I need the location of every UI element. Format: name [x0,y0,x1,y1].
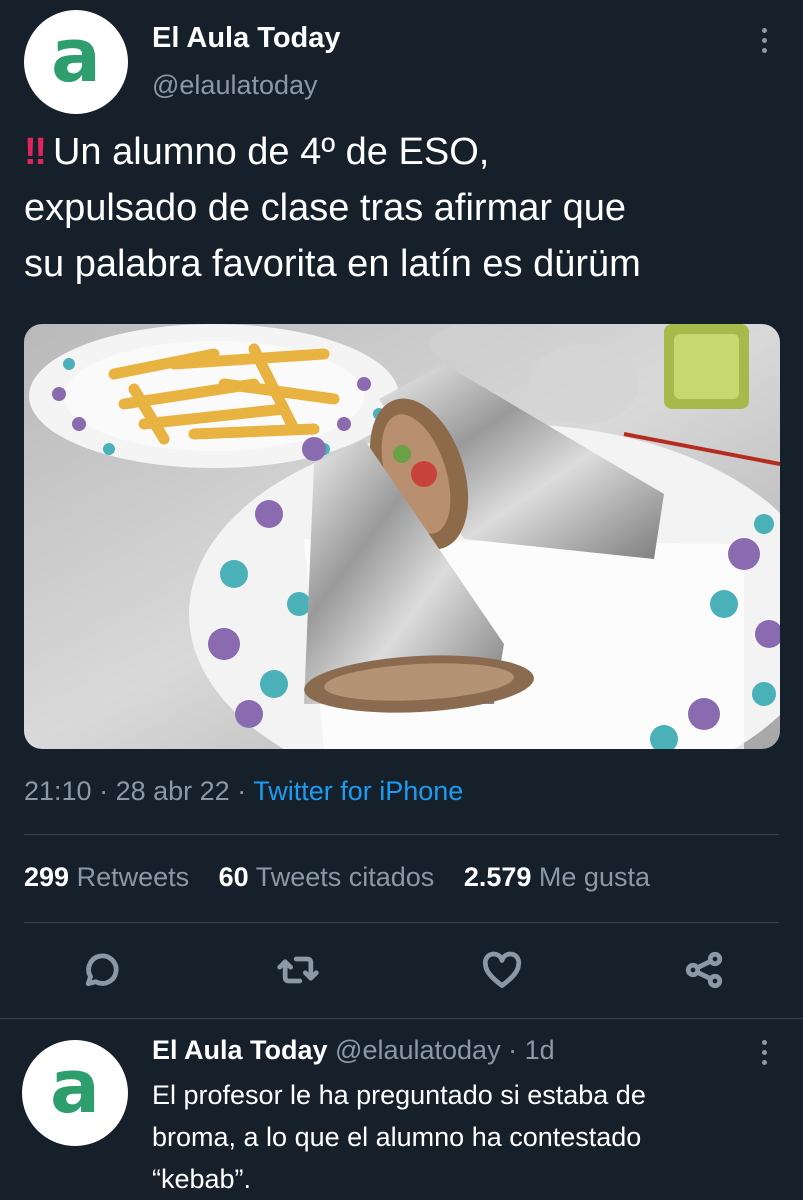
reply-author-name[interactable]: El Aula Today [152,1035,328,1065]
author-name[interactable]: El Aula Today [152,22,341,55]
reply-text: El profesor le ha preguntado si estaba d… [152,1074,772,1200]
divider [0,1018,803,1019]
reply-text-line-3: “kebab”. [152,1164,252,1194]
tweet-text-line-2: expulsado de clase tras afirmar que [24,187,626,229]
divider [24,922,779,923]
tweet-date[interactable]: 28 abr 22 [116,776,230,806]
reply-header: El Aula Today @elaulatoday · 1d [152,1035,555,1066]
tweet-photo[interactable] [24,324,780,749]
likes-stat[interactable]: 2.579 Me gusta [464,862,650,892]
tweet-timestamp: 21:10 · 28 abr 22 · Twitter for iPhone [24,776,463,807]
tweet-stats: 299 Retweets 60 Tweets citados 2.579 Me … [24,862,650,893]
share-icon[interactable] [682,948,726,992]
quotes-stat[interactable]: 60 Tweets citados [219,862,435,892]
photo-kebab-icon [24,324,780,749]
author-avatar[interactable]: a [24,10,128,114]
separator-dot: · [99,776,116,806]
tweet-text: ‼ Un alumno de 4º de ESO, expulsado de cl… [24,124,784,292]
separator-dot: · [237,776,254,806]
avatar-letter: a [51,13,101,99]
avatar-letter: a [50,1044,100,1130]
tweet-text-line-3: su palabra favorita en latín es dürüm [24,243,641,285]
likes-label: Me gusta [538,862,650,892]
tweet-source-link[interactable]: Twitter for iPhone [253,776,463,806]
retweet-icon[interactable] [276,948,320,992]
reply-age[interactable]: 1d [525,1035,555,1065]
more-options-icon[interactable] [760,28,768,58]
author-handle[interactable]: @elaulatoday [152,70,318,101]
separator-dot: · [508,1035,518,1065]
like-icon[interactable] [480,948,524,992]
reply-icon[interactable] [79,948,123,992]
retweets-label: Retweets [76,862,190,892]
retweets-count: 299 [24,862,70,892]
retweets-stat[interactable]: 299 Retweets [24,862,189,892]
divider [24,834,779,835]
tweet-text-line-1: ‼ Un alumno de 4º de ESO, [24,131,490,173]
reply-author-avatar[interactable]: a [22,1040,128,1146]
double-exclamation-icon: ‼ [24,131,47,173]
reply-more-options-icon[interactable] [760,1040,768,1070]
quotes-label: Tweets citados [255,862,435,892]
quotes-count: 60 [218,862,249,892]
likes-count: 2.579 [463,862,532,892]
tweet-time[interactable]: 21:10 [24,776,92,806]
reply-text-line-1: El profesor le ha preguntado si estaba d… [152,1080,646,1110]
reply-text-line-2: broma, a lo que el alumno ha contestado [152,1122,642,1152]
reply-author-handle[interactable]: @elaulatoday [335,1035,501,1065]
